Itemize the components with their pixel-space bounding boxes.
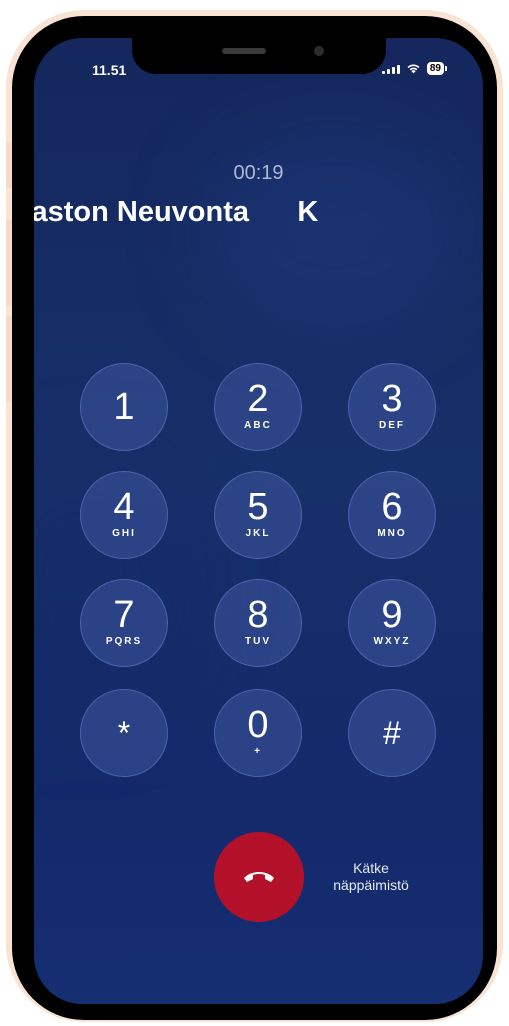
keypad-key-2[interactable]: 2 ABC bbox=[214, 363, 302, 451]
keypad-key-7[interactable]: 7 PQRS bbox=[80, 579, 168, 667]
key-letters: WXYZ bbox=[373, 636, 411, 647]
key-digit: # bbox=[383, 715, 401, 751]
key-digit: 0 bbox=[247, 704, 269, 746]
call-screen: 11.51 89 00:19 viraston Neuvonta K 12ABC… bbox=[34, 38, 483, 1004]
key-letters: PQRS bbox=[105, 636, 143, 647]
front-camera bbox=[314, 46, 324, 56]
key-digit: * bbox=[117, 715, 131, 751]
key-digit: 2 bbox=[247, 378, 269, 420]
key-letters: + bbox=[254, 746, 262, 757]
key-letters: JKL bbox=[245, 528, 271, 539]
speaker-grille bbox=[222, 48, 266, 54]
caller-name: viraston Neuvonta K bbox=[34, 196, 483, 229]
keypad-key-6[interactable]: 6 MNO bbox=[348, 471, 436, 559]
key-letters: DEF bbox=[379, 420, 405, 431]
key-digit: 4 bbox=[113, 486, 135, 528]
hide-keypad-label-line2: näppäimistö bbox=[333, 877, 409, 893]
battery-level: 89 bbox=[426, 62, 444, 75]
battery-icon: 89 bbox=[426, 62, 447, 75]
hide-keypad-label-line1: Kätke bbox=[353, 860, 389, 876]
keypad-key-3[interactable]: 3 DEF bbox=[348, 363, 436, 451]
end-call-button[interactable] bbox=[214, 832, 304, 922]
hide-keypad-button[interactable]: Kätke näppäimistö bbox=[316, 860, 426, 894]
keypad-key-8[interactable]: 8 TUV bbox=[214, 579, 302, 667]
key-digit: 6 bbox=[381, 486, 403, 528]
keypad-key-5[interactable]: 5 JKL bbox=[214, 471, 302, 559]
keypad-key-star[interactable]: * bbox=[80, 689, 168, 777]
key-digit: 1 bbox=[113, 386, 135, 428]
keypad-key-1[interactable]: 1 bbox=[80, 363, 168, 451]
status-time: 11.51 bbox=[92, 62, 127, 78]
keypad-key-4[interactable]: 4 GHI bbox=[80, 471, 168, 559]
key-digit: 3 bbox=[381, 378, 403, 420]
key-digit: 8 bbox=[247, 594, 269, 636]
key-letters: MNO bbox=[377, 528, 407, 539]
caller-name-text: viraston Neuvonta K bbox=[34, 196, 319, 228]
key-letters: ABC bbox=[244, 420, 272, 431]
phone-hangup-icon bbox=[244, 872, 274, 882]
key-letters: GHI bbox=[112, 528, 136, 539]
key-digit: 5 bbox=[247, 486, 269, 528]
keypad-key-0[interactable]: 0 + bbox=[214, 689, 302, 777]
key-letters: TUV bbox=[245, 636, 271, 647]
key-digit: 9 bbox=[381, 594, 403, 636]
wifi-icon bbox=[407, 64, 420, 74]
keypad-key-9[interactable]: 9 WXYZ bbox=[348, 579, 436, 667]
signal-icon bbox=[381, 64, 400, 74]
status-icons: 89 bbox=[381, 62, 447, 75]
notch bbox=[132, 38, 386, 74]
keypad-key-hash[interactable]: # bbox=[348, 689, 436, 777]
key-digit: 7 bbox=[113, 594, 135, 636]
call-duration: 00:19 bbox=[233, 162, 284, 184]
